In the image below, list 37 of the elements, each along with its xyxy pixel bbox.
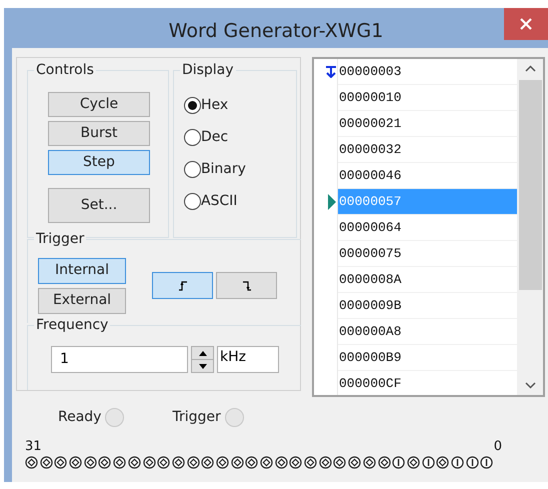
close-icon (520, 18, 532, 30)
unit-field[interactable]: kHz (217, 346, 279, 374)
radio-button[interactable] (184, 161, 201, 178)
up-arrow-icon (198, 350, 206, 356)
group-title: Trigger (34, 230, 86, 248)
spin-buttons[interactable] (191, 346, 214, 374)
window-title: Word Generator-XWG1 (168, 18, 384, 44)
scroll-up-icon (524, 65, 536, 72)
radio-label: Dec (200, 128, 228, 147)
close-button[interactable] (504, 8, 548, 40)
group-title: Frequency (34, 316, 110, 334)
frequency-field[interactable]: 1 (51, 346, 188, 374)
radio-button[interactable] (184, 129, 201, 146)
down-arrow-icon (198, 364, 206, 369)
group-title: Display (180, 61, 236, 79)
bit-label: 0 (494, 440, 502, 454)
set-button[interactable]: Set... (48, 188, 150, 223)
scroll-thumb[interactable] (518, 80, 542, 290)
falling-edge-icon (242, 280, 250, 291)
scrollbar[interactable] (517, 59, 543, 395)
radio-button[interactable] (184, 193, 201, 210)
mode-button[interactable]: Cycle (48, 92, 150, 117)
mode-button[interactable]: Step (48, 150, 150, 175)
mode-button[interactable]: Internal (38, 258, 126, 284)
scroll-down-icon (524, 382, 536, 389)
radio-button[interactable] (184, 97, 201, 114)
edge-button[interactable] (152, 272, 213, 300)
radio-label: ASCII (200, 192, 238, 211)
rising-edge-icon (178, 280, 186, 291)
radio-label: Binary (200, 160, 246, 179)
initial-marker-icon (325, 66, 337, 78)
radio-label: Hex (200, 96, 228, 115)
bit-label: 31 (25, 440, 42, 454)
indicator-label: Trigger (172, 408, 221, 427)
mode-button[interactable]: External (38, 288, 126, 314)
mode-button[interactable]: Burst (48, 121, 150, 146)
indicator-label: Ready (58, 408, 102, 427)
